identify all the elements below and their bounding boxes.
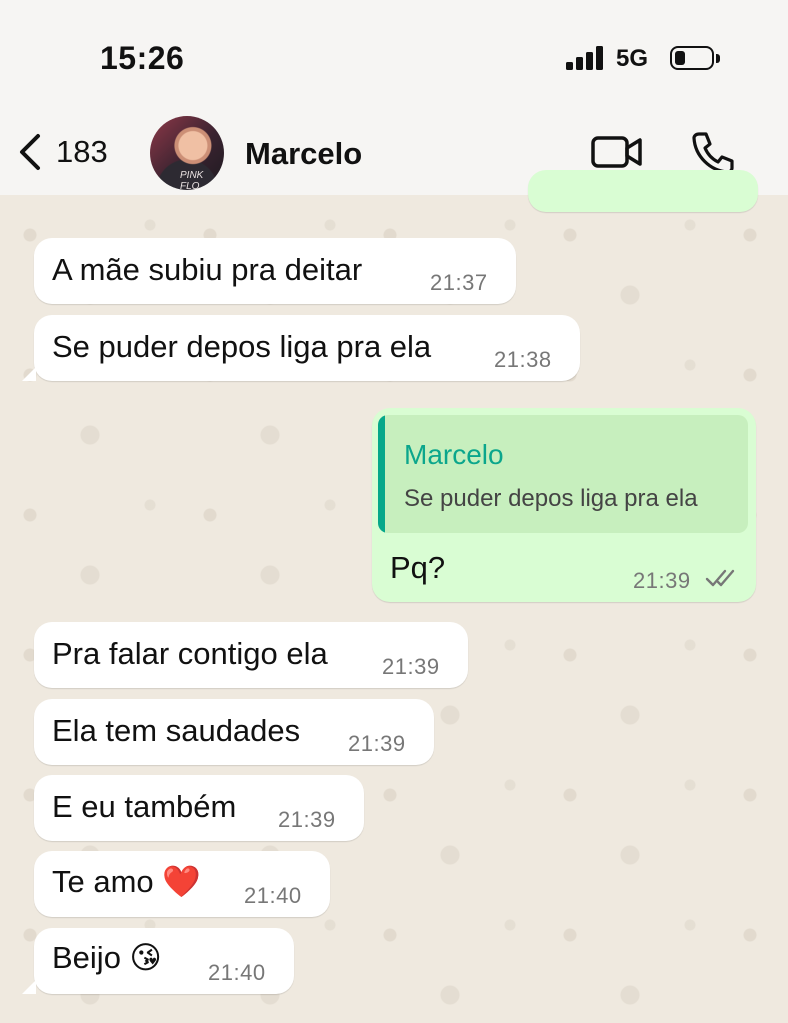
message-text: A mãe subiu pra deitar: [52, 252, 363, 287]
message-text: Te amo ❤️: [52, 864, 201, 899]
chevron-left-icon: [20, 134, 40, 170]
message-time: 21:39: [348, 731, 406, 756]
contact-name[interactable]: Marcelo: [245, 136, 362, 172]
battery-tip: [716, 54, 720, 63]
bubble-tail: [22, 367, 36, 381]
message-text: E eu também: [52, 789, 237, 824]
incoming-message[interactable]: Beijo 😘 21:40: [34, 928, 294, 994]
incoming-message[interactable]: Ela tem saudades 21:39: [34, 699, 434, 765]
signal-icon: [566, 46, 603, 70]
double-check-icon: [705, 569, 735, 587]
quote-bar: [378, 415, 385, 533]
message-text: Pra falar contigo ela: [52, 636, 328, 671]
message-text: Se puder depos liga pra ela: [52, 329, 432, 364]
message-time: 21:39: [633, 568, 691, 593]
avatar-caption: PINK FLO: [180, 170, 204, 190]
unread-count: 183: [56, 134, 108, 169]
message-time: 21:39: [278, 807, 336, 832]
bubble-tail: [22, 980, 36, 994]
quote-author: Marcelo: [404, 439, 504, 470]
avatar[interactable]: PINK FLO: [150, 116, 224, 190]
message-time: 21:40: [244, 883, 302, 908]
video-camera-icon: [591, 136, 642, 168]
message-time: 21:39: [382, 654, 440, 679]
previous-outgoing-bubble: [528, 170, 758, 212]
incoming-message[interactable]: Te amo ❤️ 21:40: [34, 851, 330, 917]
back-button[interactable]: 183: [16, 132, 108, 172]
message-text: Ela tem saudades: [52, 713, 301, 748]
network-label: 5G: [616, 45, 649, 72]
quoted-message[interactable]: Marcelo Se puder depos liga pra ela: [378, 415, 748, 533]
incoming-message[interactable]: Se puder depos liga pra ela 21:38: [34, 315, 580, 381]
clock: 15:26: [100, 40, 185, 76]
incoming-message[interactable]: E eu também 21:39: [34, 775, 364, 841]
status-bar: 15:26 5G: [0, 0, 788, 110]
incoming-message[interactable]: A mãe subiu pra deitar 21:37: [34, 238, 516, 304]
message-time: 21:38: [494, 347, 552, 372]
message-text: Pq?: [390, 550, 446, 585]
message-text: Beijo 😘: [52, 940, 162, 975]
message-time: 21:40: [208, 960, 266, 985]
incoming-message[interactable]: Pra falar contigo ela 21:39: [34, 622, 468, 688]
message-time: 21:37: [430, 270, 488, 295]
quote-text: Se puder depos liga pra ela: [404, 485, 698, 512]
battery-icon: [670, 46, 714, 70]
